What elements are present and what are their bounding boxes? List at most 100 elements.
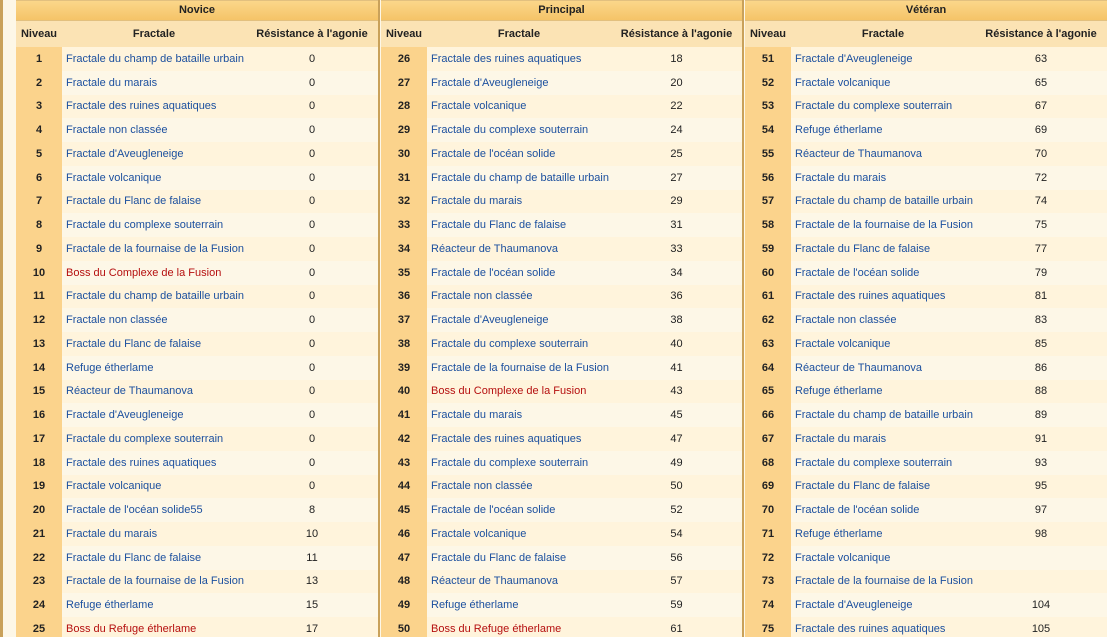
fractal-link[interactable]: Fractale non classée (791, 314, 975, 326)
fractal-link[interactable]: Fractale non classée (427, 290, 611, 302)
fractal-link[interactable]: Fractale du marais (427, 195, 611, 207)
fractal-link[interactable]: Fractale de l'océan solide55 (62, 504, 246, 516)
fractal-link[interactable]: Fractale du champ de bataille urbain (791, 195, 975, 207)
fractal-link[interactable]: Refuge étherlame (62, 362, 246, 374)
fractal-link[interactable]: Fractale de la fournaise de la Fusion (62, 243, 246, 255)
fractal-link[interactable]: Fractale du complexe souterrain (62, 219, 246, 231)
boss-link[interactable]: Boss du Refuge étherlame (62, 623, 246, 635)
fractal-link[interactable]: Fractale de l'océan solide (791, 504, 975, 516)
fractal-link[interactable]: Fractale volcanique (427, 528, 611, 540)
fractal-link[interactable]: Refuge étherlame (791, 528, 975, 540)
level-cell: 69 (745, 474, 791, 499)
fractal-link[interactable]: Réacteur de Thaumanova (427, 243, 611, 255)
fractal-link[interactable]: Fractale d'Aveugleneige (791, 599, 975, 611)
fractal-link[interactable]: Refuge étherlame (62, 599, 246, 611)
level-cell: 37 (381, 308, 427, 332)
fractal-link[interactable]: Fractale de l'océan solide (427, 148, 611, 160)
agony-resistance-cell: 33 (670, 242, 683, 255)
fractal-link[interactable]: Fractale du champ de bataille urbain (62, 290, 246, 302)
level-cell: 71 (745, 522, 791, 546)
fractal-link[interactable]: Fractale de l'océan solide (791, 267, 975, 279)
agony-resistance-cell: 75 (1034, 219, 1048, 232)
fractal-link[interactable]: Fractale du Flanc de falaise (427, 219, 611, 231)
level-cell: 23 (16, 569, 62, 594)
fractal-link[interactable]: Fractale du Flanc de falaise (791, 480, 975, 492)
fractal-link[interactable]: Fractale du complexe souterrain (791, 100, 975, 112)
fractal-link[interactable]: Réacteur de Thaumanova (791, 148, 975, 160)
fractal-link[interactable]: Fractale de la fournaise de la Fusion (427, 362, 611, 374)
table-row: 31 Fractale du champ de bataille urbain 27 (381, 165, 742, 190)
fractal-link[interactable]: Refuge étherlame (427, 599, 611, 611)
boss-link[interactable]: Boss du Refuge étherlame (427, 623, 611, 635)
fractal-link[interactable]: Fractale des ruines aquatiques (62, 457, 246, 469)
level-cell: 31 (381, 165, 427, 190)
level-cell: 63 (745, 332, 791, 356)
level-cell: 75 (745, 617, 791, 637)
fractal-link[interactable]: Fractale du champ de bataille urbain (62, 53, 246, 65)
fractal-link[interactable]: Réacteur de Thaumanova (791, 362, 975, 374)
fractal-link[interactable]: Fractale volcanique (62, 172, 246, 184)
level-cell: 29 (381, 118, 427, 142)
fractal-link[interactable]: Fractale du Flanc de falaise (62, 552, 246, 564)
fractal-link[interactable]: Fractale du Flanc de falaise (427, 552, 611, 564)
fractal-link[interactable]: Fractale volcanique (62, 480, 246, 492)
boss-link[interactable]: Boss du Complexe de la Fusion (62, 267, 246, 279)
boss-link[interactable]: Boss du Complexe de la Fusion (427, 385, 611, 397)
fractal-link[interactable]: Fractale du marais (62, 528, 246, 540)
fractal-link[interactable]: Fractale d'Aveugleneige (62, 148, 246, 160)
fractal-link[interactable]: Fractale du champ de bataille urbain (427, 172, 611, 184)
fractal-link[interactable]: Fractale non classée (62, 314, 246, 326)
agony-resistance-cell: 0 (308, 147, 316, 160)
level-cell: 51 (745, 47, 791, 71)
level-cell: 70 (745, 498, 791, 522)
fractal-link[interactable]: Fractale non classée (62, 124, 246, 136)
fractal-link[interactable]: Fractale d'Aveugleneige (427, 77, 611, 89)
fractal-link[interactable]: Fractale de la fournaise de la Fusion (62, 575, 246, 587)
fractal-link[interactable]: Fractale du complexe souterrain (791, 457, 975, 469)
fractal-link[interactable]: Fractale du complexe souterrain (427, 124, 611, 136)
fractal-link[interactable]: Fractale d'Aveugleneige (427, 314, 611, 326)
fractal-link[interactable]: Fractale des ruines aquatiques (427, 53, 611, 65)
fractal-link[interactable]: Fractale du marais (62, 77, 246, 89)
column-header-fractal: Fractale (861, 28, 905, 40)
fractal-link[interactable]: Fractale volcanique (791, 77, 975, 89)
fractal-link[interactable]: Fractale des ruines aquatiques (791, 290, 975, 302)
fractal-link[interactable]: Réacteur de Thaumanova (427, 575, 611, 587)
table-row: 13 Fractale du Flanc de falaise 0 (16, 332, 378, 356)
fractal-link[interactable]: Fractale du Flanc de falaise (62, 195, 246, 207)
table-row: 19 Fractale volcanique 0 (16, 474, 378, 499)
fractal-link[interactable]: Fractale d'Aveugleneige (791, 53, 975, 65)
fractal-link[interactable]: Refuge étherlame (791, 124, 975, 136)
fractal-link[interactable]: Fractale des ruines aquatiques (791, 623, 975, 635)
fractal-link[interactable]: Fractale de l'océan solide (427, 504, 611, 516)
level-cell: 25 (16, 617, 62, 637)
fractal-link[interactable]: Fractale du complexe souterrain (427, 338, 611, 350)
level-cell: 60 (745, 260, 791, 285)
fractal-link[interactable]: Réacteur de Thaumanova (62, 385, 246, 397)
fractal-link[interactable]: Refuge étherlame (791, 385, 975, 397)
fractal-link[interactable]: Fractale volcanique (791, 552, 975, 564)
fractal-link[interactable]: Fractale non classée (427, 480, 611, 492)
fractal-link[interactable]: Fractale de l'océan solide (427, 267, 611, 279)
fractal-link[interactable]: Fractale de la fournaise de la Fusion (791, 219, 975, 231)
fractal-link[interactable]: Fractale de la fournaise de la Fusion (791, 575, 975, 587)
panel-divider (378, 0, 380, 637)
column-header-level: Niveau (749, 28, 787, 40)
fractal-link[interactable]: Fractale du champ de bataille urbain (791, 409, 975, 421)
left-border (0, 0, 3, 637)
fractal-link[interactable]: Fractale du complexe souterrain (62, 433, 246, 445)
fractal-link[interactable]: Fractale d'Aveugleneige (62, 409, 246, 421)
fractal-link[interactable]: Fractale des ruines aquatiques (62, 100, 246, 112)
fractal-link[interactable]: Fractale du Flanc de falaise (791, 243, 975, 255)
level-cell: 40 (381, 379, 427, 404)
fractal-link[interactable]: Fractale du marais (791, 172, 975, 184)
fractal-link[interactable]: Fractale du Flanc de falaise (62, 338, 246, 350)
fractal-link[interactable]: Fractale volcanique (791, 338, 975, 350)
fractal-link[interactable]: Fractale du marais (427, 409, 611, 421)
table-row: 40 Boss du Complexe de la Fusion 43 (381, 379, 742, 404)
fractal-link[interactable]: Fractale des ruines aquatiques (427, 433, 611, 445)
table-row: 75 Fractale des ruines aquatiques 105 (745, 617, 1107, 637)
fractal-link[interactable]: Fractale du marais (791, 433, 975, 445)
fractal-link[interactable]: Fractale volcanique (427, 100, 611, 112)
fractal-link[interactable]: Fractale du complexe souterrain (427, 457, 611, 469)
